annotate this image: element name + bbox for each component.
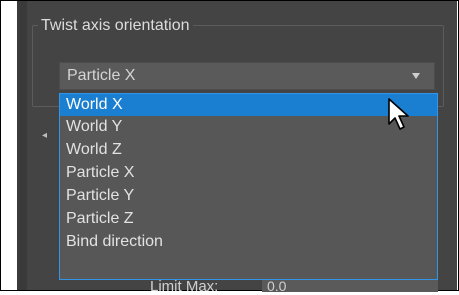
option-bind-direction[interactable]: Bind direction <box>60 231 437 253</box>
underlying-control-glimpse: ◂ <box>42 130 48 141</box>
option-particle-x[interactable]: Particle X <box>60 162 437 184</box>
dropdown-arrow-icon <box>412 73 420 79</box>
option-world-y[interactable]: World Y <box>60 116 437 138</box>
option-particle-z[interactable]: Particle Z <box>60 208 437 230</box>
mouse-pointer-icon <box>388 98 409 130</box>
panel-left-edge <box>17 1 27 290</box>
combo-value: Particle X <box>67 67 136 84</box>
group-title: Twist axis orientation <box>38 16 193 36</box>
limit-max-field[interactable]: 0.0 <box>262 279 438 293</box>
twist-axis-combo[interactable]: Particle X <box>59 62 435 90</box>
axis-dropdown-list[interactable]: World X World Y World Z Particle X Parti… <box>59 93 438 280</box>
option-world-z[interactable]: World Z <box>60 139 437 161</box>
option-particle-y[interactable]: Particle Y <box>60 185 437 207</box>
option-world-x[interactable]: World X <box>60 94 437 116</box>
limit-max-label: Limit Max: <box>150 278 219 295</box>
